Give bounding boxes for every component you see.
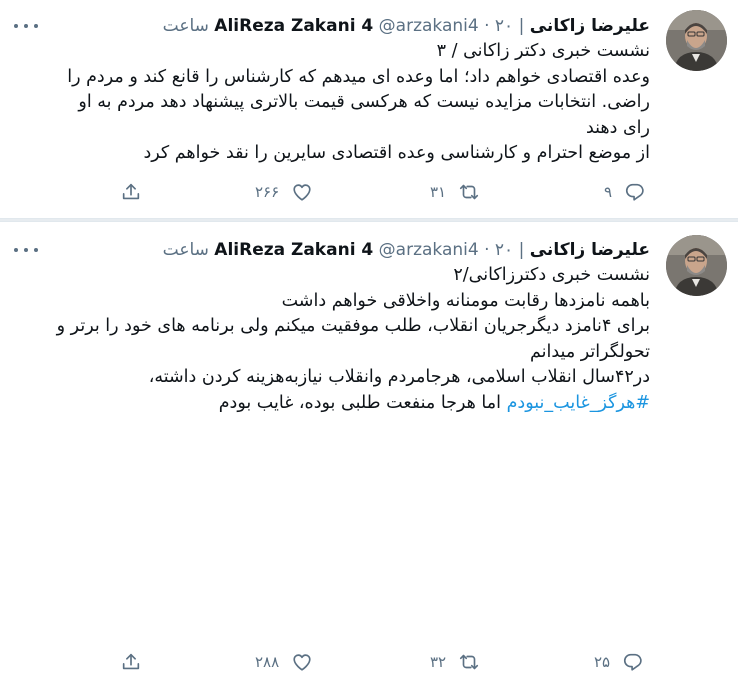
display-name-en[interactable]: AliReza Zakani 4 xyxy=(214,16,373,36)
handle[interactable]: @arzakani4 xyxy=(379,16,479,36)
display-name[interactable]: علیرضا زاکانی xyxy=(530,240,650,260)
hashtag-link[interactable]: #هرگز_غایب_نبودم xyxy=(507,393,650,413)
reply-count: ۲۵ xyxy=(594,653,611,671)
retweet-button[interactable]: ۳۲ xyxy=(430,649,480,675)
like-count: ۲۶۶ xyxy=(255,183,280,201)
tweet[interactable]: علیرضا زاکانی | AliReza Zakani 4 @arzaka… xyxy=(0,0,738,218)
tweet-line-tail: اما هرجا منفعت طلبی بوده، غایب بودم xyxy=(218,392,502,413)
share-icon xyxy=(122,183,140,200)
reply-icon xyxy=(624,653,642,671)
tweet-feed: علیرضا زاکانی | AliReza Zakani 4 @arzaka… xyxy=(0,0,738,671)
tweet-line: #هرگز_غایب_نبودم اما هرجا منفعت طلبی بود… xyxy=(12,391,650,417)
tweet-header: علیرضا زاکانی | AliReza Zakani 4 @arzaka… xyxy=(162,16,650,36)
retweet-button[interactable]: ۳۱ xyxy=(430,179,480,205)
handle[interactable]: @arzakani4 xyxy=(379,240,479,260)
like-count: ۲۸۸ xyxy=(255,653,280,671)
avatar[interactable] xyxy=(666,235,727,296)
share-button[interactable] xyxy=(120,179,142,205)
tweet-line: در۴۲سال انقلاب اسلامی، هرجامردم وانقلاب … xyxy=(148,367,650,387)
tweet-line: وعده اقتصادی خواهم داد؛ اما وعده ای میده… xyxy=(67,66,650,87)
retweet-icon xyxy=(460,654,479,670)
reply-button[interactable]: ۹ xyxy=(604,179,646,205)
more-horizontal-icon[interactable] xyxy=(14,243,38,257)
tweet-line: نشست خبری دکتر زاکانی / ۳ xyxy=(436,41,650,61)
reply-icon xyxy=(625,183,644,201)
retweet-count: ۳۱ xyxy=(430,183,447,201)
reply-count: ۹ xyxy=(604,183,613,201)
tweet-line: برای ۴نامزد دیگرجریان انقلاب، طلب موفقیت… xyxy=(56,316,650,336)
tweet-line: تحولگراتر میدانم xyxy=(529,341,650,362)
tweet-line: از موضع احترام و کارشناسی وعده اقتصادی س… xyxy=(143,143,650,163)
display-name-en[interactable]: AliReza Zakani 4 xyxy=(214,240,373,260)
share-button[interactable] xyxy=(120,649,142,675)
retweet-icon xyxy=(460,184,479,200)
share-icon xyxy=(122,653,140,670)
tweet-text: نشست خبری دکترزاکانی/۲ باهمه نامزدها رقا… xyxy=(12,263,650,416)
tweet-actions: ۲۸۸ ۳۲ ۲۵ xyxy=(0,649,738,675)
like-button[interactable]: ۲۶۶ xyxy=(255,179,313,205)
tweet-header: علیرضا زاکانی | AliReza Zakani 4 @arzaka… xyxy=(162,240,650,260)
more-horizontal-icon[interactable] xyxy=(14,19,38,33)
reply-button[interactable]: ۲۵ xyxy=(594,649,644,675)
tweet[interactable]: علیرضا زاکانی | AliReza Zakani 4 @arzaka… xyxy=(0,222,738,671)
avatar[interactable] xyxy=(666,10,727,71)
tweet-line: باهمه نامزدها رقابت مومنانه واخلاقی خواه… xyxy=(281,290,650,311)
heart-icon xyxy=(293,184,311,201)
tweet-text: نشست خبری دکتر زاکانی / ۳ وعده اقتصادی خ… xyxy=(12,39,650,167)
tweet-actions: ۲۶۶ ۳۱ ۹ xyxy=(0,179,738,205)
heart-icon xyxy=(293,654,311,671)
tweet-line: نشست خبری دکترزاکانی/۲ xyxy=(453,265,650,285)
tweet-line: رای دهند xyxy=(585,117,650,138)
like-button[interactable]: ۲۸۸ xyxy=(255,649,313,675)
tweet-line: راضی. انتخابات مزایده نیست که هرکسی قیمت… xyxy=(78,92,650,112)
display-name[interactable]: علیرضا زاکانی xyxy=(530,16,650,36)
retweet-count: ۳۲ xyxy=(430,653,447,671)
